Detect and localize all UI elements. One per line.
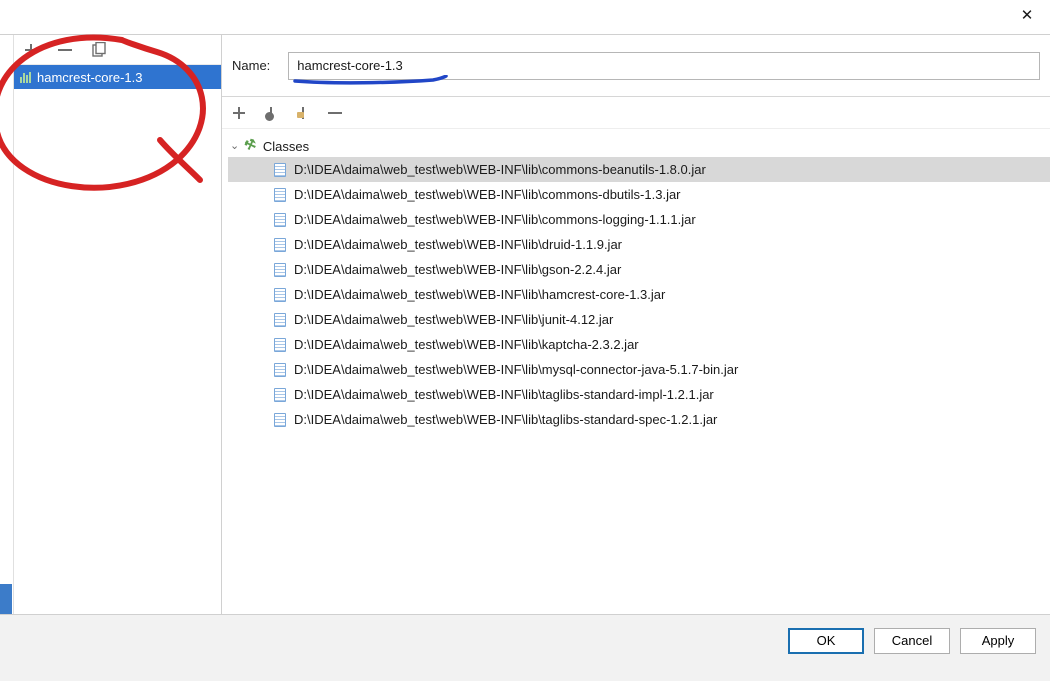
remove-library-icon[interactable] — [56, 41, 74, 59]
classes-tree: ⌄ ⚒ Classes D:\IDEA\daima\web_test\web\W… — [222, 129, 1050, 614]
tree-file-item[interactable]: D:\IDEA\daima\web_test\web\WEB-INF\lib\j… — [228, 307, 1050, 332]
jar-file-icon — [274, 163, 286, 177]
tree-file-item[interactable]: D:\IDEA\daima\web_test\web\WEB-INF\lib\c… — [228, 157, 1050, 182]
tree-file-item[interactable]: D:\IDEA\daima\web_test\web\WEB-INF\lib\t… — [228, 382, 1050, 407]
jar-file-icon — [274, 313, 286, 327]
sidebar-toolbar — [14, 35, 221, 65]
ok-button[interactable]: OK — [788, 628, 864, 654]
jar-file-icon — [274, 338, 286, 352]
tree-file-label: D:\IDEA\daima\web_test\web\WEB-INF\lib\c… — [294, 187, 681, 202]
cancel-button[interactable]: Cancel — [874, 628, 950, 654]
library-name-input[interactable] — [288, 52, 1040, 80]
tree-file-label: D:\IDEA\daima\web_test\web\WEB-INF\lib\j… — [294, 312, 613, 327]
classes-toolbar — [222, 97, 1050, 129]
main-area: hamcrest-core-1.3 Name: ⌄ ⚒ Classes D:\I… — [0, 34, 1050, 614]
tree-file-item[interactable]: D:\IDEA\daima\web_test\web\WEB-INF\lib\c… — [228, 207, 1050, 232]
tree-file-item[interactable]: D:\IDEA\daima\web_test\web\WEB-INF\lib\c… — [228, 182, 1050, 207]
copy-library-icon[interactable] — [90, 41, 108, 59]
tree-file-label: D:\IDEA\daima\web_test\web\WEB-INF\lib\k… — [294, 337, 639, 352]
jar-file-icon — [274, 363, 286, 377]
jar-file-icon — [274, 388, 286, 402]
tree-file-item[interactable]: D:\IDEA\daima\web_test\web\WEB-INF\lib\m… — [228, 357, 1050, 382]
tree-file-item[interactable]: D:\IDEA\daima\web_test\web\WEB-INF\lib\g… — [228, 257, 1050, 282]
chevron-down-icon: ⌄ — [230, 139, 239, 152]
remove-classes-icon[interactable] — [326, 104, 344, 122]
close-button[interactable]: ✕ — [1004, 0, 1050, 30]
add-directory-classes-icon[interactable] — [294, 104, 312, 122]
jar-file-icon — [274, 413, 286, 427]
classes-root-label: Classes — [263, 139, 309, 154]
library-sidebar: hamcrest-core-1.3 — [14, 35, 222, 614]
jar-file-icon — [274, 263, 286, 277]
tree-file-label: D:\IDEA\daima\web_test\web\WEB-INF\lib\d… — [294, 237, 622, 252]
tree-file-label: D:\IDEA\daima\web_test\web\WEB-INF\lib\c… — [294, 162, 706, 177]
library-icon — [20, 71, 31, 83]
jar-file-icon — [274, 188, 286, 202]
dialog-button-row: OK Cancel Apply — [0, 614, 1050, 666]
jar-file-icon — [274, 288, 286, 302]
tree-file-label: D:\IDEA\daima\web_test\web\WEB-INF\lib\t… — [294, 412, 717, 427]
jar-file-icon — [274, 213, 286, 227]
tree-file-item[interactable]: D:\IDEA\daima\web_test\web\WEB-INF\lib\h… — [228, 282, 1050, 307]
apply-button[interactable]: Apply — [960, 628, 1036, 654]
title-bar: ✕ — [0, 0, 1050, 34]
tree-file-item[interactable]: D:\IDEA\daima\web_test\web\WEB-INF\lib\t… — [228, 407, 1050, 432]
name-label: Name: — [232, 58, 270, 73]
hammer-icon: ⚒ — [242, 136, 258, 155]
tree-file-item[interactable]: D:\IDEA\daima\web_test\web\WEB-INF\lib\d… — [228, 232, 1050, 257]
tree-file-label: D:\IDEA\daima\web_test\web\WEB-INF\lib\c… — [294, 212, 696, 227]
name-row: Name: — [222, 35, 1050, 97]
tree-file-label: D:\IDEA\daima\web_test\web\WEB-INF\lib\h… — [294, 287, 665, 302]
content-panel: Name: ⌄ ⚒ Classes D:\IDEA\daima\web_test… — [222, 35, 1050, 614]
tree-file-label: D:\IDEA\daima\web_test\web\WEB-INF\lib\t… — [294, 387, 714, 402]
classes-root-node[interactable]: ⌄ ⚒ Classes — [228, 135, 1050, 157]
library-list: hamcrest-core-1.3 — [14, 65, 221, 614]
tree-file-item[interactable]: D:\IDEA\daima\web_test\web\WEB-INF\lib\k… — [228, 332, 1050, 357]
add-library-icon[interactable] — [22, 41, 40, 59]
add-url-classes-icon[interactable] — [262, 104, 280, 122]
add-classes-icon[interactable] — [230, 104, 248, 122]
jar-file-icon — [274, 238, 286, 252]
tree-file-label: D:\IDEA\daima\web_test\web\WEB-INF\lib\m… — [294, 362, 738, 377]
sidebar-library-item[interactable]: hamcrest-core-1.3 — [14, 65, 221, 89]
tree-file-label: D:\IDEA\daima\web_test\web\WEB-INF\lib\g… — [294, 262, 621, 277]
left-gutter — [0, 35, 14, 614]
sidebar-item-label: hamcrest-core-1.3 — [37, 70, 142, 85]
